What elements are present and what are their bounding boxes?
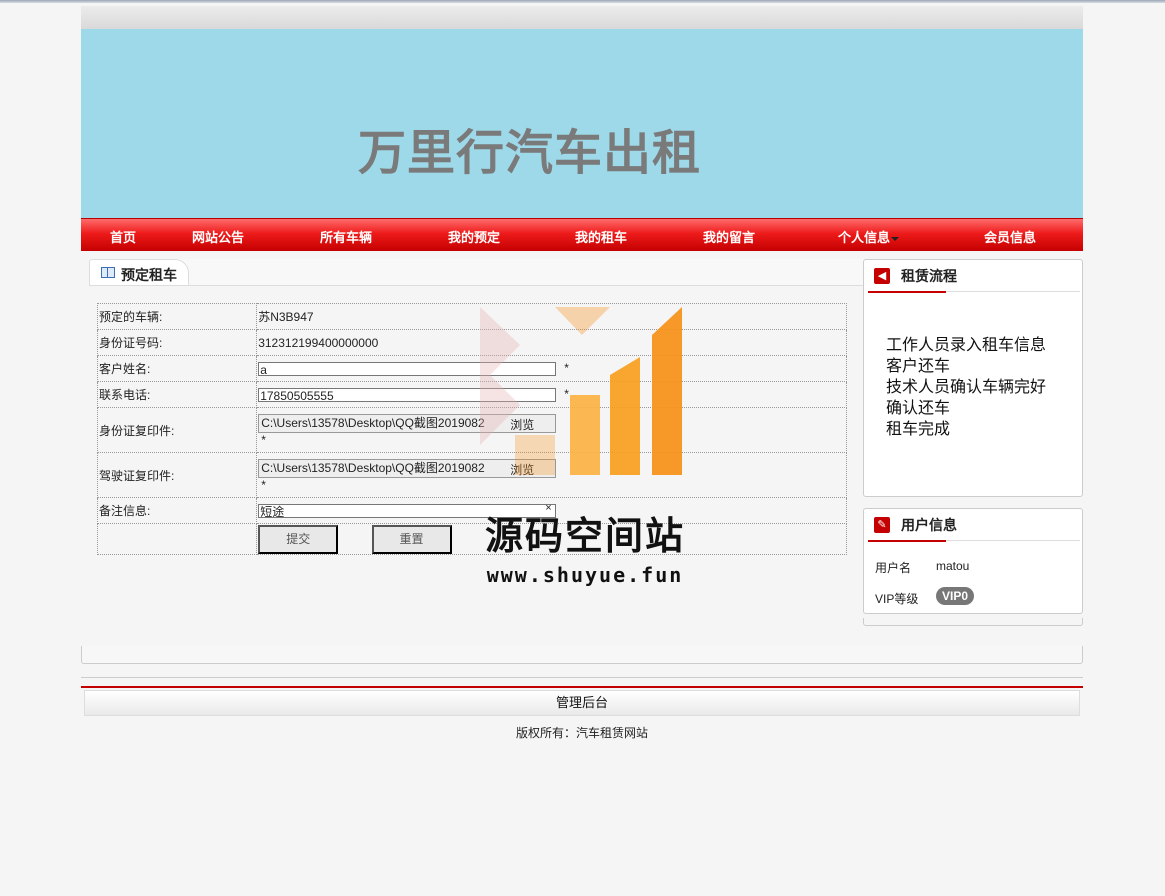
watermark-url: www.shuyue.fun (486, 563, 684, 587)
edit-icon: ✎ (874, 517, 890, 533)
vip-badge: VIP0 (936, 587, 975, 605)
main-nav: 首页 网站公告 所有车辆 我的预定 我的租车 我的留言 个人信息 会员信息 (81, 218, 1083, 251)
nav-announcements[interactable]: 网站公告 (192, 227, 244, 246)
caret-down-icon (891, 236, 900, 241)
rental-flow-header: ◀ 租赁流程 (864, 260, 1082, 293)
site-title: 万里行汽车出租 (358, 125, 702, 181)
nav-personal-info-label: 个人信息 (838, 230, 891, 245)
idno-label: 身份证号码: (96, 329, 258, 356)
reset-button[interactable]: 重置 (371, 524, 452, 554)
note-label: 备注信息: (96, 497, 258, 524)
license-label: 驾驶证复印件: (96, 452, 258, 498)
nav-personal-info[interactable]: 个人信息 (838, 227, 900, 246)
car-label: 预定的车辆: (96, 303, 258, 330)
idcopy-label: 身份证复印件: (96, 407, 258, 453)
nav-member-info[interactable]: 会员信息 (984, 227, 1036, 246)
admin-link[interactable]: 管理后台 (84, 690, 1080, 716)
speaker-icon: ◀ (874, 268, 890, 284)
tab-book-rental[interactable]: 预定租车 (89, 259, 189, 285)
username-value: matou (936, 559, 970, 573)
nav-home[interactable]: 首页 (110, 227, 136, 246)
site-banner: 万里行汽车出租 (81, 29, 1083, 218)
nav-all-cars[interactable]: 所有车辆 (320, 227, 372, 246)
vip-label: VIP等级 (875, 592, 919, 606)
watermark-logo-icon (480, 307, 682, 475)
book-icon (101, 267, 115, 278)
flow-step: 租车完成 (886, 419, 951, 438)
nav-my-bookings[interactable]: 我的预定 (448, 227, 500, 246)
sidebar-empty-panel (863, 618, 1083, 626)
nav-my-messages[interactable]: 我的留言 (703, 227, 755, 246)
user-info-title: 用户信息 (901, 517, 957, 533)
rental-flow-title: 租赁流程 (901, 268, 957, 284)
copyright-text: 版权所有：汽车租赁网站 (515, 726, 648, 740)
watermark-text: 源码空间站 (484, 514, 685, 558)
flow-step: 工作人员录入租车信息 (886, 335, 1047, 354)
watermark: 源码空间站 www.shuyue.fun (460, 305, 710, 595)
rental-flow-steps: 工作人员录入租车信息 客户还车 技术人员确认车辆完好 确认还车 租车完成 (886, 334, 1046, 439)
accent-underline (868, 540, 946, 542)
content-bottom-box (81, 646, 1083, 664)
bottom-divider (81, 674, 1083, 678)
top-strip (81, 6, 1083, 29)
footer-accent-line (81, 686, 1083, 688)
rental-flow-panel: ◀ 租赁流程 工作人员录入租车信息 客户还车 技术人员确认车辆完好 确认还车 租… (863, 259, 1083, 497)
username-label: 用户名 (875, 561, 912, 575)
tab-label: 预定租车 (121, 267, 177, 283)
accent-underline (868, 291, 946, 293)
browser-top-edge (0, 0, 1165, 3)
submit-button[interactable]: 提交 (258, 524, 339, 554)
booking-tabbar: 预定租车 (89, 259, 937, 286)
phone-label: 联系电话: (96, 381, 258, 408)
flow-step: 确认还车 (886, 398, 951, 417)
name-label: 客户姓名: (96, 355, 258, 382)
user-info-header: ✎ 用户信息 (864, 509, 1082, 542)
user-info-panel: ✎ 用户信息 用户名 matou VIP等级 VIP0 (863, 508, 1083, 614)
flow-step: 技术人员确认车辆完好 (886, 377, 1047, 396)
flow-step: 客户还车 (886, 356, 951, 375)
nav-my-rentals[interactable]: 我的租车 (575, 227, 627, 246)
empty-cell (96, 523, 258, 555)
